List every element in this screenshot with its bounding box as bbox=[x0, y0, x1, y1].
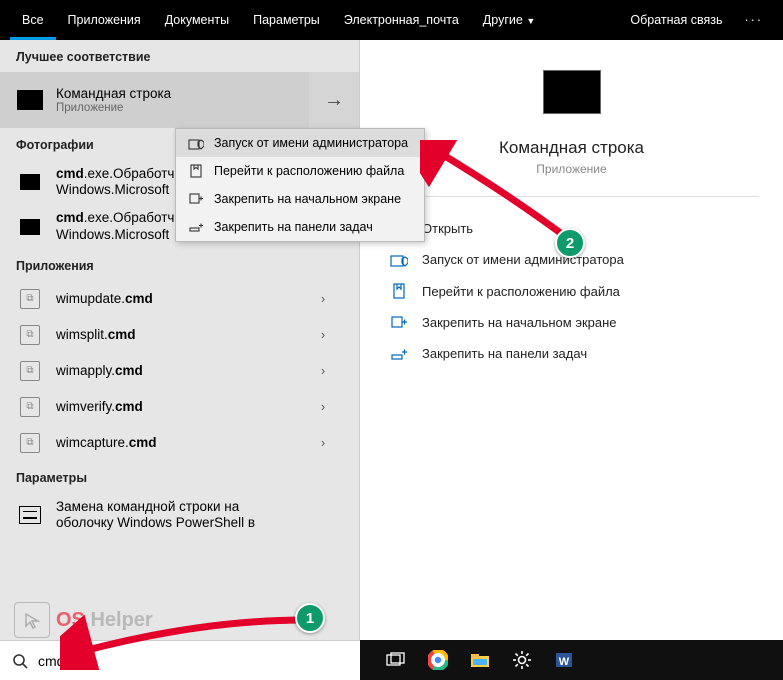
word-icon[interactable]: W bbox=[552, 648, 576, 672]
folder-location-icon bbox=[388, 283, 410, 299]
cmd-icon bbox=[16, 170, 44, 194]
script-icon: ⧉ bbox=[16, 431, 44, 455]
script-icon: ⧉ bbox=[16, 323, 44, 347]
feedback-link[interactable]: Обратная связь bbox=[618, 0, 734, 40]
filter-tab-apps[interactable]: Приложения bbox=[56, 0, 153, 40]
action-pin-start[interactable]: Закрепить на начальном экране bbox=[384, 307, 759, 338]
filter-tab-all[interactable]: Все bbox=[10, 0, 56, 40]
filter-tab-settings[interactable]: Параметры bbox=[241, 0, 332, 40]
section-apps: Приложения bbox=[0, 249, 359, 281]
cursor-icon bbox=[14, 602, 50, 638]
app-result-1[interactable]: ⧉ wimupdate.cmd › bbox=[0, 281, 359, 317]
filter-tab-more[interactable]: Другие ▼ bbox=[471, 0, 547, 40]
pin-taskbar-icon bbox=[186, 222, 206, 232]
taskbar: W bbox=[0, 640, 783, 680]
arrow-right-icon: → bbox=[324, 89, 344, 112]
shield-run-icon bbox=[186, 137, 206, 150]
ctx-pin-start[interactable]: Закрепить на начальном экране bbox=[176, 185, 424, 213]
settings-list-icon bbox=[16, 503, 44, 527]
settings-result-1[interactable]: Замена командной строки наоболочку Windo… bbox=[0, 493, 359, 537]
best-match-title: Командная строка bbox=[56, 86, 309, 102]
pin-start-icon bbox=[186, 193, 206, 205]
expand-button[interactable]: → bbox=[309, 72, 359, 128]
preview-app-icon bbox=[543, 70, 601, 114]
settings-gear-icon[interactable] bbox=[510, 648, 534, 672]
app-result-2[interactable]: ⧉ wimsplit.cmd › bbox=[0, 317, 359, 353]
filter-tab-email[interactable]: Электронная_почта bbox=[332, 0, 471, 40]
chevron-right-icon[interactable]: › bbox=[303, 363, 343, 378]
cmd-icon bbox=[16, 215, 44, 239]
svg-text:W: W bbox=[559, 656, 570, 668]
pin-taskbar-icon bbox=[388, 348, 410, 360]
task-view-button[interactable] bbox=[384, 648, 408, 672]
taskbar-search[interactable] bbox=[0, 640, 360, 680]
script-icon: ⧉ bbox=[16, 287, 44, 311]
overflow-menu[interactable]: ··· bbox=[735, 13, 774, 27]
action-open-location[interactable]: Перейти к расположению файла bbox=[384, 275, 759, 307]
best-match-sub: Приложение bbox=[56, 102, 309, 114]
search-icon bbox=[12, 653, 28, 669]
script-icon: ⧉ bbox=[16, 395, 44, 419]
folder-location-icon bbox=[186, 164, 206, 178]
shield-run-icon bbox=[388, 253, 410, 267]
chevron-right-icon[interactable]: › bbox=[303, 399, 343, 414]
annotation-badge-1: 1 bbox=[295, 603, 325, 633]
app-result-3[interactable]: ⧉ wimapply.cmd › bbox=[0, 353, 359, 389]
cmd-icon bbox=[16, 88, 44, 112]
file-explorer-icon[interactable] bbox=[468, 648, 492, 672]
ctx-open-location[interactable]: Перейти к расположению файла bbox=[176, 157, 424, 185]
context-menu: Запуск от имени администратора Перейти к… bbox=[175, 128, 425, 242]
search-filter-bar: Все Приложения Документы Параметры Элект… bbox=[0, 0, 783, 40]
pin-start-icon bbox=[388, 316, 410, 330]
action-pin-taskbar[interactable]: Закрепить на панели задач bbox=[384, 338, 759, 369]
app-result-4[interactable]: ⧉ wimverify.cmd › bbox=[0, 389, 359, 425]
search-input[interactable] bbox=[38, 653, 348, 669]
chrome-icon[interactable] bbox=[426, 648, 450, 672]
ctx-run-as-admin[interactable]: Запуск от имени администратора bbox=[176, 129, 424, 157]
best-match-row[interactable]: Командная строка Приложение → bbox=[0, 72, 359, 128]
chevron-right-icon[interactable]: › bbox=[303, 327, 343, 342]
annotation-badge-2: 2 bbox=[555, 228, 585, 258]
script-icon: ⧉ bbox=[16, 359, 44, 383]
chevron-right-icon[interactable]: › bbox=[303, 291, 343, 306]
ctx-pin-taskbar[interactable]: Закрепить на панели задач bbox=[176, 213, 424, 241]
chevron-right-icon[interactable]: › bbox=[303, 435, 343, 450]
app-result-5[interactable]: ⧉ wimcapture.cmd › bbox=[0, 425, 359, 461]
divider bbox=[384, 196, 759, 197]
watermark: OS Helper bbox=[14, 602, 153, 638]
section-best-match: Лучшее соответствие bbox=[0, 40, 359, 72]
section-settings: Параметры bbox=[0, 461, 359, 493]
filter-tab-documents[interactable]: Документы bbox=[153, 0, 241, 40]
